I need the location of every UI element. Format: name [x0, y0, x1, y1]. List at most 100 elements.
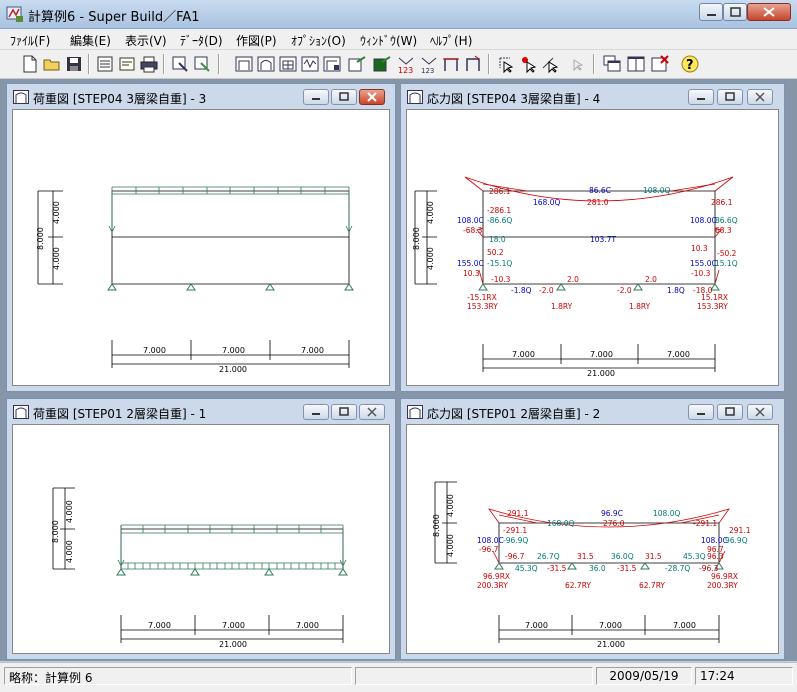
stress-label: 36.0Q [611, 552, 634, 561]
child-title-bar[interactable]: 応力図 [STEP04 3層梁自重] - 4 [403, 86, 782, 108]
stress-label: -86.6Q [487, 216, 512, 225]
dim-span-2: 7.000 [222, 346, 245, 355]
save-icon[interactable] [64, 54, 84, 74]
tile-windows-icon[interactable] [626, 54, 646, 74]
dim-span-1: 7.000 [143, 346, 166, 355]
stress-diagram-canvas[interactable]: 8.000 4.000 4.000 291.1 96.9C 108.0Q 168… [406, 424, 779, 654]
pointer-disabled-icon[interactable] [566, 54, 586, 74]
child-title: 荷重図 [STEP01 2層梁自重] - 1 [33, 407, 207, 421]
stress-label: 153.3RY [467, 302, 498, 311]
stress-label: 68.3 [715, 226, 732, 235]
stress-label: 31.5 [577, 552, 594, 561]
dim-height-lower: 4.000 [446, 534, 455, 557]
load-diagram-canvas[interactable]: 8.000 4.000 4.000 7.000 7.000 7.000 21.0… [12, 424, 390, 654]
menu-bar: ﾌｧｲﾙ(F) 編集(E) 表示(V) ﾃﾞｰﾀ(D) 作図(P) ｵﾌﾟｼｮﾝ… [0, 29, 797, 50]
stress-label: 168.0Q [547, 519, 574, 528]
frame-grid-icon[interactable] [278, 54, 298, 74]
stress-label: 36.0 [589, 564, 606, 573]
child-title-bar[interactable]: 荷重図 [STEP01 2層梁自重] - 1 [9, 401, 393, 423]
menu-draw[interactable]: 作図(P) [236, 32, 277, 49]
new-file-icon[interactable] [20, 54, 40, 74]
menu-window[interactable]: ｳｨﾝﾄﾞｳ(W) [360, 32, 417, 49]
child-minimize-button[interactable] [688, 89, 714, 105]
title-bar[interactable]: 計算例6 - Super Build／FA1 [0, 0, 797, 29]
frame-export-icon[interactable] [347, 54, 367, 74]
dim-span-2: 7.000 [599, 621, 622, 630]
frame-import-icon[interactable] [372, 54, 392, 74]
load-diagram-canvas[interactable]: 8.000 4.000 4.000 7.000 7.000 7.000 21.0… [12, 109, 390, 386]
menu-help[interactable]: ﾍﾙﾌﾟ(H) [430, 32, 472, 49]
dim-span-total: 21.000 [219, 640, 247, 649]
stress-label: 155.0C [457, 259, 484, 268]
stress-label: -31.5 [547, 564, 567, 573]
report-icon[interactable] [117, 54, 137, 74]
stress-label: -2.0 [539, 286, 554, 295]
frame-top2-icon[interactable] [463, 54, 483, 74]
number-123b-icon[interactable]: 123 [419, 54, 439, 74]
pointer-red-icon[interactable] [519, 54, 539, 74]
stress-label: 26.7Q [537, 552, 560, 561]
stress-diagram-window-4[interactable]: 応力図 [STEP04 3層梁自重] - 4 8.000 4.000 4.000 [400, 83, 785, 392]
cascade-windows-icon[interactable] [602, 54, 622, 74]
print-icon[interactable] [139, 54, 159, 74]
stress-label: 291.1 [507, 509, 529, 518]
child-minimize-button[interactable] [688, 404, 714, 420]
child-close-button[interactable] [747, 404, 773, 420]
dim-span-2: 7.000 [222, 621, 245, 630]
maximize-icon [339, 407, 349, 416]
child-minimize-button[interactable] [303, 89, 329, 105]
pointer-load-icon[interactable] [541, 54, 561, 74]
child-title: 応力図 [STEP04 3層梁自重] - 4 [427, 92, 601, 106]
child-close-button[interactable] [747, 89, 773, 105]
list-icon[interactable] [95, 54, 115, 74]
frame-edit-icon[interactable] [322, 54, 342, 74]
frame-top-icon[interactable] [441, 54, 461, 74]
waveform-icon[interactable] [300, 54, 320, 74]
maximize-icon [730, 7, 741, 17]
zoom-out-icon[interactable] [192, 54, 212, 74]
frame-icon[interactable] [234, 54, 254, 74]
stress-label: 2.0 [567, 275, 579, 284]
close-windows-icon[interactable] [650, 54, 670, 74]
mdi-client-area: 荷重図 [STEP04 3層梁自重] - 3 8.000 4.000 4.000 [0, 79, 797, 661]
child-maximize-button[interactable] [331, 89, 357, 105]
dim-span-3: 7.000 [673, 621, 696, 630]
child-title-bar[interactable]: 荷重図 [STEP04 3層梁自重] - 3 [9, 86, 393, 108]
menu-edit[interactable]: 編集(E) [70, 32, 111, 49]
menu-view[interactable]: 表示(V) [125, 32, 167, 49]
child-close-button[interactable] [359, 404, 385, 420]
stress-label: 276.0 [603, 519, 625, 528]
minimize-button[interactable] [699, 3, 723, 21]
zoom-in-icon[interactable] [170, 54, 190, 74]
stress-label: 62.7RY [565, 581, 591, 590]
help-icon[interactable]: ? [680, 54, 700, 74]
stress-diagram-canvas[interactable]: 8.000 4.000 4.000 286.1 86.6C 108.0Q 168… [406, 109, 779, 386]
open-folder-icon[interactable] [42, 54, 62, 74]
number-123-icon[interactable]: 123 [396, 54, 416, 74]
close-button[interactable] [747, 3, 791, 21]
select-cursor-icon[interactable] [496, 54, 516, 74]
load-diagram-window-1[interactable]: 荷重図 [STEP01 2層梁自重] - 1 8.000 4.000 4.000 [6, 398, 396, 660]
menu-file[interactable]: ﾌｧｲﾙ(F) [10, 32, 50, 49]
stress-label: 50.2 [487, 248, 504, 257]
stress-label: 286.1 [711, 198, 733, 207]
toolbar-separator [593, 54, 595, 74]
dim-height-upper: 4.000 [52, 201, 61, 224]
child-close-button[interactable] [359, 89, 385, 105]
toolbar: 123 123 ? [0, 50, 797, 79]
stress-label: -10.3 [491, 275, 511, 284]
menu-data[interactable]: ﾃﾞｰﾀ(D) [180, 32, 223, 49]
stress-diagram-window-2[interactable]: 応力図 [STEP01 2層梁自重] - 2 8.000 4.000 4.000 [400, 398, 785, 660]
maximize-button[interactable] [723, 3, 747, 21]
child-title-bar[interactable]: 応力図 [STEP01 2層梁自重] - 2 [403, 401, 782, 423]
child-maximize-button[interactable] [331, 404, 357, 420]
frame-arch-icon[interactable] [256, 54, 276, 74]
child-minimize-button[interactable] [303, 404, 329, 420]
child-maximize-button[interactable] [717, 404, 743, 420]
app-icon[interactable] [6, 5, 24, 23]
close-icon [755, 407, 765, 417]
menu-options[interactable]: ｵﾌﾟｼｮﾝ(O) [291, 32, 346, 49]
stress-label: 18.0 [489, 235, 506, 244]
child-maximize-button[interactable] [717, 89, 743, 105]
load-diagram-window-3[interactable]: 荷重図 [STEP04 3層梁自重] - 3 8.000 4.000 4.000 [6, 83, 396, 392]
